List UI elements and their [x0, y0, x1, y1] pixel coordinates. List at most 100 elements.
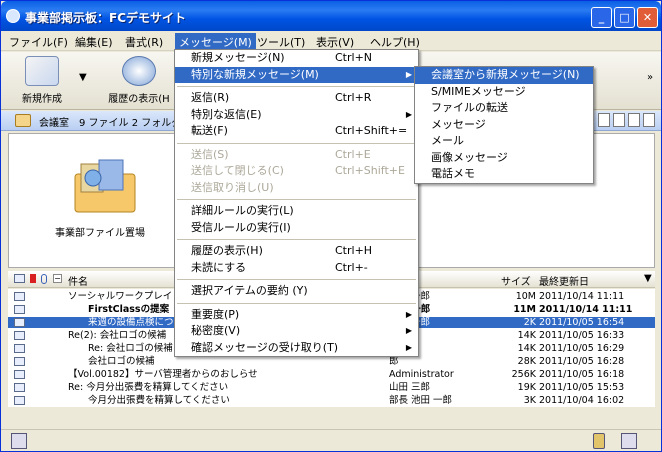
file-folder-label[interactable]: 事業部ファイル置場 [55, 224, 145, 239]
new-button-label: 新規作成 [22, 94, 62, 105]
header-size[interactable]: サイズ [501, 273, 531, 288]
toolbar-overflow-icon[interactable]: » [647, 72, 653, 83]
row-date: 2011/10/05 15:53 [539, 382, 625, 393]
menu-item[interactable]: 受信ルールの実行(I) [175, 220, 418, 237]
submenu-arrow-icon: ▶ [405, 342, 412, 352]
header-collapse-icon[interactable]: − [53, 274, 62, 283]
menu-separator [177, 86, 416, 87]
submenu-arrow-icon: ▶ [405, 109, 412, 119]
message-menu: 新規メッセージ(N) Ctrl+N 特別な新規メッセージ(M) ▶ 返信(R) Ctrl+… [174, 49, 419, 357]
submenu-item[interactable]: 会議室から新規メッセージ(N) [415, 67, 593, 84]
header-subject[interactable]: 件名 [68, 273, 88, 288]
title-bar[interactable]: 事業部掲示板：FCデモサイト _ □ ✕ [1, 1, 661, 31]
menu-separator [177, 142, 416, 144]
window-title: 事業部掲示板：FCデモサイト [25, 11, 187, 25]
message-icon [14, 383, 25, 392]
row-subject: Re(2): 会社ロゴの候補 [68, 330, 167, 341]
folder-tool-icon-1[interactable] [598, 113, 610, 127]
header-attach-icon[interactable] [41, 274, 47, 284]
menu-item[interactable]: 履歴の表示(H) Ctrl+H [175, 243, 418, 260]
folder-tool-icon-4[interactable] [643, 113, 655, 127]
file-folder-icon[interactable] [71, 156, 145, 216]
submenu-arrow-icon: ▶ [405, 309, 412, 319]
menu-item[interactable]: 送信取り消し(U) [175, 180, 418, 197]
submenu-item-label: 電話メモ [431, 167, 475, 180]
message-icon [14, 370, 25, 379]
menu-item[interactable]: 重要度(P) ▶ [175, 307, 418, 324]
menu-item[interactable]: 送信(S) Ctrl+E [175, 147, 418, 164]
message-icon [14, 318, 25, 327]
menu-item-label: 特別な返信(E) [191, 107, 262, 121]
row-date: 2011/10/05 16:18 [539, 369, 625, 380]
menu-item[interactable]: 詳細ルールの実行(L) [175, 203, 418, 220]
table-row[interactable]: 今月分出張費を精算してください 部長 池田 一郎 3K 2011/10/04 16:0… [8, 395, 655, 406]
menu-item[interactable]: 未読にする Ctrl+- [175, 260, 418, 277]
submenu-item[interactable]: ファイルの転送 [415, 100, 593, 117]
menu-bar: ファイル(F) 編集(E) 書式(R) メッセージ(M) ツール(T) 表示(V… [1, 31, 661, 51]
new-dropdown-chevron-icon[interactable]: ▼ [79, 72, 87, 83]
row-date: 2011/10/05 16:54 [539, 317, 625, 328]
menu-item-label: 詳細ルールの実行(L) [191, 204, 294, 217]
submenu-item[interactable]: 画像メッセージ [415, 150, 593, 167]
menu-item[interactable]: 新規メッセージ(N) Ctrl+N [175, 50, 418, 67]
message-icon [14, 344, 25, 353]
menu-item[interactable]: 特別な新規メッセージ(M) ▶ [175, 66, 418, 83]
history-button[interactable]: 履歴の表示(H [107, 56, 171, 105]
conference-folder-icon [15, 114, 31, 127]
close-button[interactable]: ✕ [637, 7, 658, 28]
special-new-message-submenu: 会議室から新規メッセージ(N) S/MIMEメッセージ ファイルの転送 メッセージ メー… [414, 66, 594, 184]
table-row[interactable]: 【Vol.00182】サーバ管理者からのおしらせ Administrator 256… [8, 369, 655, 380]
menu-separator [177, 239, 416, 240]
menu-item[interactable]: 返信(R) Ctrl+R [175, 90, 418, 107]
menu-edit[interactable]: 編集(E) [71, 33, 117, 51]
folder-tool-icon-3[interactable] [628, 113, 640, 127]
menu-item[interactable]: 確認メッセージの受け取り(T) ▶ [175, 340, 418, 357]
header-icon-column[interactable] [14, 274, 25, 283]
menu-item-label: 重要度(P) [191, 307, 240, 321]
row-subject: ソーシャルワークプレイ [68, 291, 173, 302]
status-bar [1, 429, 661, 451]
header-flag-icon[interactable] [30, 274, 36, 283]
menu-format[interactable]: 書式(R) [121, 33, 167, 51]
menu-item[interactable]: 送信して閉じる(C) Ctrl+Shift+E [175, 163, 418, 180]
submenu-item[interactable]: S/MIMEメッセージ [415, 84, 593, 101]
folder-tool-icon-2[interactable] [613, 113, 625, 127]
menu-item-shortcut: Ctrl+H [335, 244, 373, 257]
submenu-item[interactable]: メッセージ [415, 117, 593, 134]
table-row[interactable]: Re: 今月分出張費を精算してください 山田 三郎 19K 2011/10/05 15… [8, 382, 655, 393]
folder-tools [598, 113, 655, 127]
row-subject: 【Vol.00182】サーバ管理者からのおしらせ [68, 369, 258, 380]
new-button[interactable]: 新規作成 [15, 56, 69, 105]
calendar-icon[interactable] [621, 433, 637, 449]
minimize-button[interactable]: _ [591, 7, 612, 28]
menu-item-label: 確認メッセージの受け取り(T) [191, 340, 339, 354]
row-date: 2011/10/05 16:33 [539, 330, 625, 341]
menu-item[interactable]: 秘密度(V) ▶ [175, 323, 418, 340]
menu-file[interactable]: ファイル(F) [5, 33, 72, 51]
history-button-label: 履歴の表示(H [108, 94, 170, 105]
row-size: 256K [511, 369, 536, 380]
menu-item-label: 転送(F) [191, 124, 228, 137]
table-row[interactable]: 会社ロゴの候補 郎 28K 2011/10/05 16:28 [8, 356, 655, 367]
row-size: 14K [517, 330, 536, 341]
message-icon [14, 396, 25, 405]
menu-item[interactable]: 特別な返信(E) ▶ [175, 107, 418, 124]
submenu-item[interactable]: 電話メモ [415, 166, 593, 183]
row-author: 山田 三郎 [389, 382, 431, 393]
panel-toggle-icon[interactable] [11, 433, 27, 449]
menu-item-shortcut: Ctrl+- [335, 260, 368, 274]
menu-separator [177, 302, 416, 304]
menu-item-label: 選択アイテムの要約 (Y) [191, 284, 308, 297]
maximize-button[interactable]: □ [614, 7, 635, 28]
row-size: 19K [517, 382, 536, 393]
menu-item-shortcut: Ctrl+R [335, 91, 372, 104]
menu-item[interactable]: 選択アイテムの要約 (Y) [175, 283, 418, 300]
menu-item[interactable]: 転送(F) Ctrl+Shift+= [175, 123, 418, 140]
menu-item-label: 受信ルールの実行(I) [191, 220, 291, 234]
header-modified[interactable]: 最終更新日 [539, 273, 589, 288]
menu-item-label: 未読にする [191, 260, 247, 274]
submenu-item[interactable]: メール [415, 133, 593, 150]
menu-item-shortcut: Ctrl+Shift+E [335, 164, 405, 177]
app-icon [6, 9, 20, 23]
row-subject: 会社ロゴの候補 [88, 356, 155, 367]
